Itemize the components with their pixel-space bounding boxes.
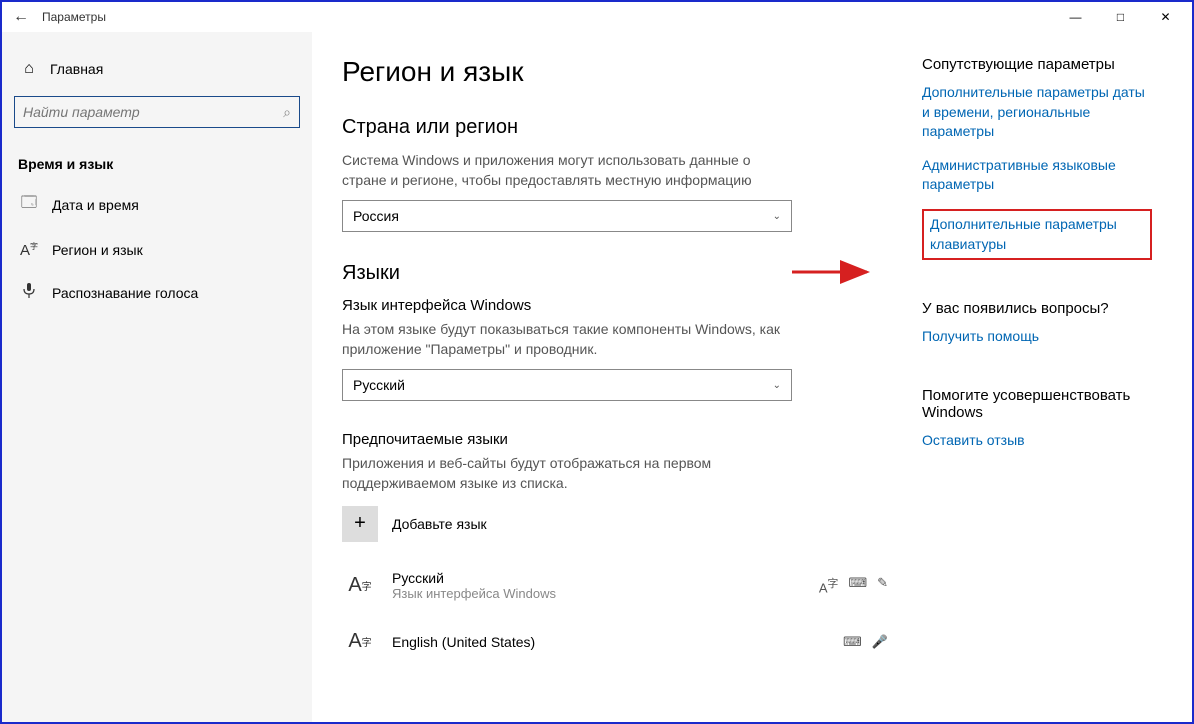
language-glyph-icon: A字 (342, 568, 378, 604)
sidebar-item-region[interactable]: A字 Регион и язык (12, 229, 302, 271)
lang-feature-icons: A字 ⌨ ✎ (819, 575, 888, 595)
plus-icon: + (342, 506, 378, 542)
region-heading: Страна или регион (342, 116, 902, 139)
sidebar-category: Время и язык (12, 148, 302, 180)
lang-sub: Язык интерфейса Windows (392, 586, 819, 601)
link-datetime-regional[interactable]: Дополнительные параметры даты и времени,… (922, 83, 1152, 142)
add-language-label: Добавьте язык (392, 516, 487, 532)
home-icon: ⌂ (18, 60, 40, 78)
calendar-icon: 🗔 (18, 192, 40, 217)
keyboard-icon: ⌨ (848, 575, 867, 595)
lang-name: Русский (392, 570, 819, 586)
speech-icon: 🎤 (872, 634, 888, 650)
display-lang-value: Русский (353, 377, 773, 393)
language-icon: A字 (18, 241, 40, 259)
home-label: Главная (50, 61, 103, 77)
preferred-lang-desc: Приложения и веб-сайты будут отображатьс… (342, 454, 792, 493)
search-input[interactable] (23, 104, 283, 120)
home-nav[interactable]: ⌂ Главная (12, 52, 302, 86)
link-admin-language[interactable]: Административные языковые параметры (922, 156, 1152, 195)
search-icon: ⌕ (283, 104, 291, 121)
highlighted-link-box: Дополнительные параметры клавиатуры (922, 209, 1152, 260)
lang-name: English (United States) (392, 634, 843, 650)
questions-heading: У вас появились вопросы? (922, 300, 1172, 317)
link-get-help[interactable]: Получить помощь (922, 327, 1152, 347)
nav-label: Дата и время (52, 197, 139, 213)
region-select[interactable]: Россия ⌄ (342, 200, 792, 232)
main-content: Регион и язык Страна или регион Система … (312, 32, 1192, 722)
keyboard-icon: ⌨ (843, 634, 862, 650)
region-value: Россия (353, 208, 773, 224)
chevron-down-icon: ⌄ (773, 211, 781, 222)
link-keyboard-settings[interactable]: Дополнительные параметры клавиатуры (930, 215, 1144, 254)
close-button[interactable]: ✕ (1143, 3, 1188, 31)
chevron-down-icon: ⌄ (773, 380, 781, 391)
region-desc: Система Windows и приложения могут испол… (342, 151, 792, 190)
text-to-speech-icon: A字 (819, 575, 839, 595)
add-language-button[interactable]: + Добавьте язык (342, 506, 902, 542)
language-item-russian[interactable]: A字 Русский Язык интерфейса Windows A字 ⌨ … (342, 558, 902, 614)
related-heading: Сопутствующие параметры (922, 56, 1172, 73)
microphone-icon (18, 283, 40, 303)
nav-label: Регион и язык (52, 242, 143, 258)
minimize-button[interactable]: — (1053, 3, 1098, 31)
annotation-arrow (792, 257, 882, 287)
app-title: Параметры (42, 10, 106, 24)
link-feedback[interactable]: Оставить отзыв (922, 431, 1152, 451)
titlebar: ← Параметры — □ ✕ (2, 2, 1192, 32)
language-glyph-icon: A字 (342, 624, 378, 660)
search-box[interactable]: ⌕ (14, 96, 300, 128)
maximize-button[interactable]: □ (1098, 3, 1143, 31)
sidebar: ⌂ Главная ⌕ Время и язык 🗔 Дата и время … (2, 32, 312, 722)
nav-label: Распознавание голоса (52, 285, 198, 301)
language-item-english[interactable]: A字 English (United States) ⌨ 🎤 (342, 614, 902, 670)
sidebar-item-datetime[interactable]: 🗔 Дата и время (12, 180, 302, 229)
display-lang-select[interactable]: Русский ⌄ (342, 369, 792, 401)
display-lang-desc: На этом языке будут показываться такие к… (342, 320, 792, 359)
improve-heading: Помогите усовершенствовать Windows (922, 387, 1172, 421)
display-lang-label: Язык интерфейса Windows (342, 297, 902, 314)
preferred-lang-label: Предпочитаемые языки (342, 431, 902, 448)
sidebar-item-speech[interactable]: Распознавание голоса (12, 271, 302, 315)
page-title: Регион и язык (342, 56, 902, 88)
back-button[interactable]: ← (6, 8, 36, 26)
lang-feature-icons: ⌨ 🎤 (843, 634, 888, 650)
handwriting-icon: ✎ (877, 575, 888, 595)
